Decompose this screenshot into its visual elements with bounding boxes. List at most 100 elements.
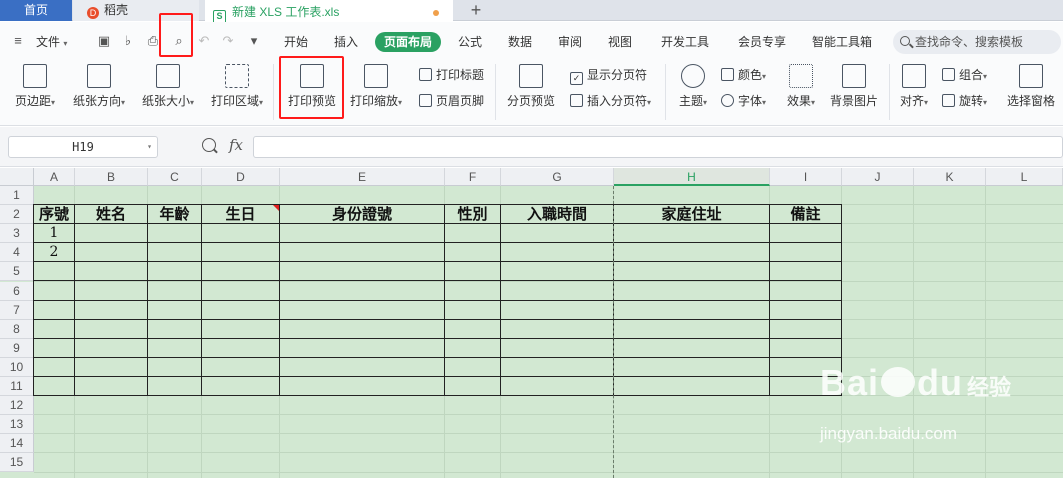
table-cell[interactable] bbox=[614, 224, 770, 244]
table-cell[interactable] bbox=[770, 300, 842, 320]
table-cell[interactable] bbox=[75, 338, 148, 358]
table-cell[interactable] bbox=[614, 376, 770, 397]
table-cell[interactable] bbox=[148, 376, 202, 397]
column-header-E[interactable]: E bbox=[280, 168, 445, 186]
row-header-12[interactable]: 12 bbox=[0, 396, 34, 416]
table-cell[interactable] bbox=[445, 224, 501, 244]
tab-view[interactable]: 视图 bbox=[608, 33, 632, 51]
table-cell[interactable] bbox=[445, 300, 501, 320]
table-header-cell[interactable]: 備註 bbox=[770, 205, 842, 225]
table-cell[interactable] bbox=[445, 262, 501, 282]
align-button[interactable]: 对齐▾ bbox=[896, 64, 932, 109]
table-cell[interactable] bbox=[280, 319, 445, 339]
tab-data[interactable]: 数据 bbox=[508, 33, 532, 51]
serial-cell[interactable]: 2 bbox=[34, 243, 75, 263]
table-cell[interactable] bbox=[770, 224, 842, 244]
table-cell[interactable] bbox=[445, 376, 501, 397]
table-cell[interactable] bbox=[148, 300, 202, 320]
table-cell[interactable] bbox=[34, 338, 75, 358]
row-header-7[interactable]: 7 bbox=[0, 300, 34, 320]
fonts-button[interactable]: 字体▾ bbox=[721, 92, 766, 110]
formula-input[interactable] bbox=[253, 136, 1063, 158]
table-cell[interactable] bbox=[501, 300, 614, 320]
table-cell[interactable] bbox=[75, 224, 148, 244]
undo-icon[interactable]: ↶ bbox=[196, 33, 212, 49]
serial-cell[interactable]: 1 bbox=[34, 224, 75, 244]
comment-indicator-icon[interactable] bbox=[273, 205, 279, 211]
colors-button[interactable]: 颜色▾ bbox=[721, 66, 766, 84]
column-header-C[interactable]: C bbox=[148, 168, 202, 186]
table-cell[interactable] bbox=[501, 224, 614, 244]
background-image-button[interactable]: 背景图片 bbox=[827, 64, 881, 109]
effects-button[interactable]: 效果▾ bbox=[782, 64, 820, 109]
row-header-11[interactable]: 11 bbox=[0, 377, 34, 397]
table-cell[interactable] bbox=[75, 262, 148, 282]
row-header-3[interactable]: 3 bbox=[0, 224, 34, 244]
table-cell[interactable] bbox=[445, 243, 501, 263]
column-header-B[interactable]: B bbox=[75, 168, 148, 186]
paper-orientation-button[interactable]: 纸张方向▾ bbox=[68, 64, 130, 109]
tab-review[interactable]: 审阅 bbox=[558, 33, 582, 51]
zoom-icon[interactable] bbox=[202, 138, 216, 152]
table-cell[interactable] bbox=[202, 376, 280, 397]
group-button[interactable]: 组合▾ bbox=[942, 66, 987, 84]
table-cell[interactable] bbox=[614, 281, 770, 301]
table-cell[interactable] bbox=[501, 338, 614, 358]
table-header-cell[interactable]: 序號 bbox=[34, 205, 75, 225]
print-scale-button[interactable]: 打印缩放▾ bbox=[345, 64, 407, 109]
table-cell[interactable] bbox=[34, 300, 75, 320]
tab-formulas[interactable]: 公式 bbox=[458, 33, 482, 51]
table-cell[interactable] bbox=[770, 262, 842, 282]
table-cell[interactable] bbox=[770, 243, 842, 263]
table-cell[interactable] bbox=[148, 357, 202, 377]
print-titles-button[interactable]: 打印标题 bbox=[419, 66, 484, 84]
table-cell[interactable] bbox=[202, 300, 280, 320]
table-cell[interactable] bbox=[614, 262, 770, 282]
function-icon[interactable]: fx bbox=[229, 136, 243, 154]
file-menu[interactable]: 文件 ▾ bbox=[36, 33, 67, 51]
table-cell[interactable] bbox=[202, 319, 280, 339]
customize-toolbar-icon[interactable]: ▾ bbox=[246, 33, 262, 49]
table-cell[interactable] bbox=[770, 338, 842, 358]
table-header-cell[interactable]: 身份證號 bbox=[280, 205, 445, 225]
table-header-cell[interactable]: 姓名 bbox=[75, 205, 148, 225]
tab-smart-tools[interactable]: 智能工具箱 bbox=[812, 33, 872, 51]
column-header-J[interactable]: J bbox=[842, 168, 914, 186]
table-cell[interactable] bbox=[501, 281, 614, 301]
selection-pane-button[interactable]: 选择窗格 bbox=[1003, 64, 1059, 109]
tab-page-layout[interactable]: 页面布局 bbox=[375, 32, 441, 52]
table-cell[interactable] bbox=[148, 224, 202, 244]
table-cell[interactable] bbox=[280, 224, 445, 244]
table-cell[interactable] bbox=[280, 338, 445, 358]
table-cell[interactable] bbox=[148, 319, 202, 339]
table-cell[interactable] bbox=[34, 376, 75, 397]
print-area-button[interactable]: 打印区域▾ bbox=[206, 64, 268, 109]
column-header-A[interactable]: A bbox=[34, 168, 75, 186]
row-header-6[interactable]: 6 bbox=[0, 281, 34, 301]
table-cell[interactable] bbox=[445, 281, 501, 301]
theme-button[interactable]: 主题▾ bbox=[674, 64, 712, 109]
page-margin-button[interactable]: 页边距▾ bbox=[10, 64, 60, 109]
table-cell[interactable] bbox=[614, 319, 770, 339]
row-header-15[interactable]: 15 bbox=[0, 453, 34, 473]
column-header-H[interactable]: H bbox=[614, 168, 770, 186]
table-cell[interactable] bbox=[280, 376, 445, 397]
column-header-K[interactable]: K bbox=[914, 168, 986, 186]
select-all-corner[interactable] bbox=[0, 168, 34, 186]
save-icon[interactable]: ▣ bbox=[96, 33, 112, 49]
paper-size-button[interactable]: 纸张大小▾ bbox=[137, 64, 199, 109]
column-header-L[interactable]: L bbox=[986, 168, 1063, 186]
table-cell[interactable] bbox=[501, 357, 614, 377]
new-tab-button[interactable]: + bbox=[466, 0, 486, 21]
table-cell[interactable] bbox=[202, 224, 280, 244]
table-header-cell[interactable]: 生日 bbox=[202, 205, 280, 225]
show-page-breaks-checkbox[interactable]: ✓ 显示分页符 bbox=[570, 66, 647, 85]
column-header-I[interactable]: I bbox=[770, 168, 842, 186]
table-cell[interactable] bbox=[75, 357, 148, 377]
table-cell[interactable] bbox=[770, 281, 842, 301]
tab-member[interactable]: 会员专享 bbox=[738, 33, 786, 51]
table-cell[interactable] bbox=[34, 357, 75, 377]
row-header-5[interactable]: 5 bbox=[0, 262, 34, 282]
table-cell[interactable] bbox=[614, 243, 770, 263]
redo-icon[interactable]: ↷ bbox=[220, 33, 236, 49]
